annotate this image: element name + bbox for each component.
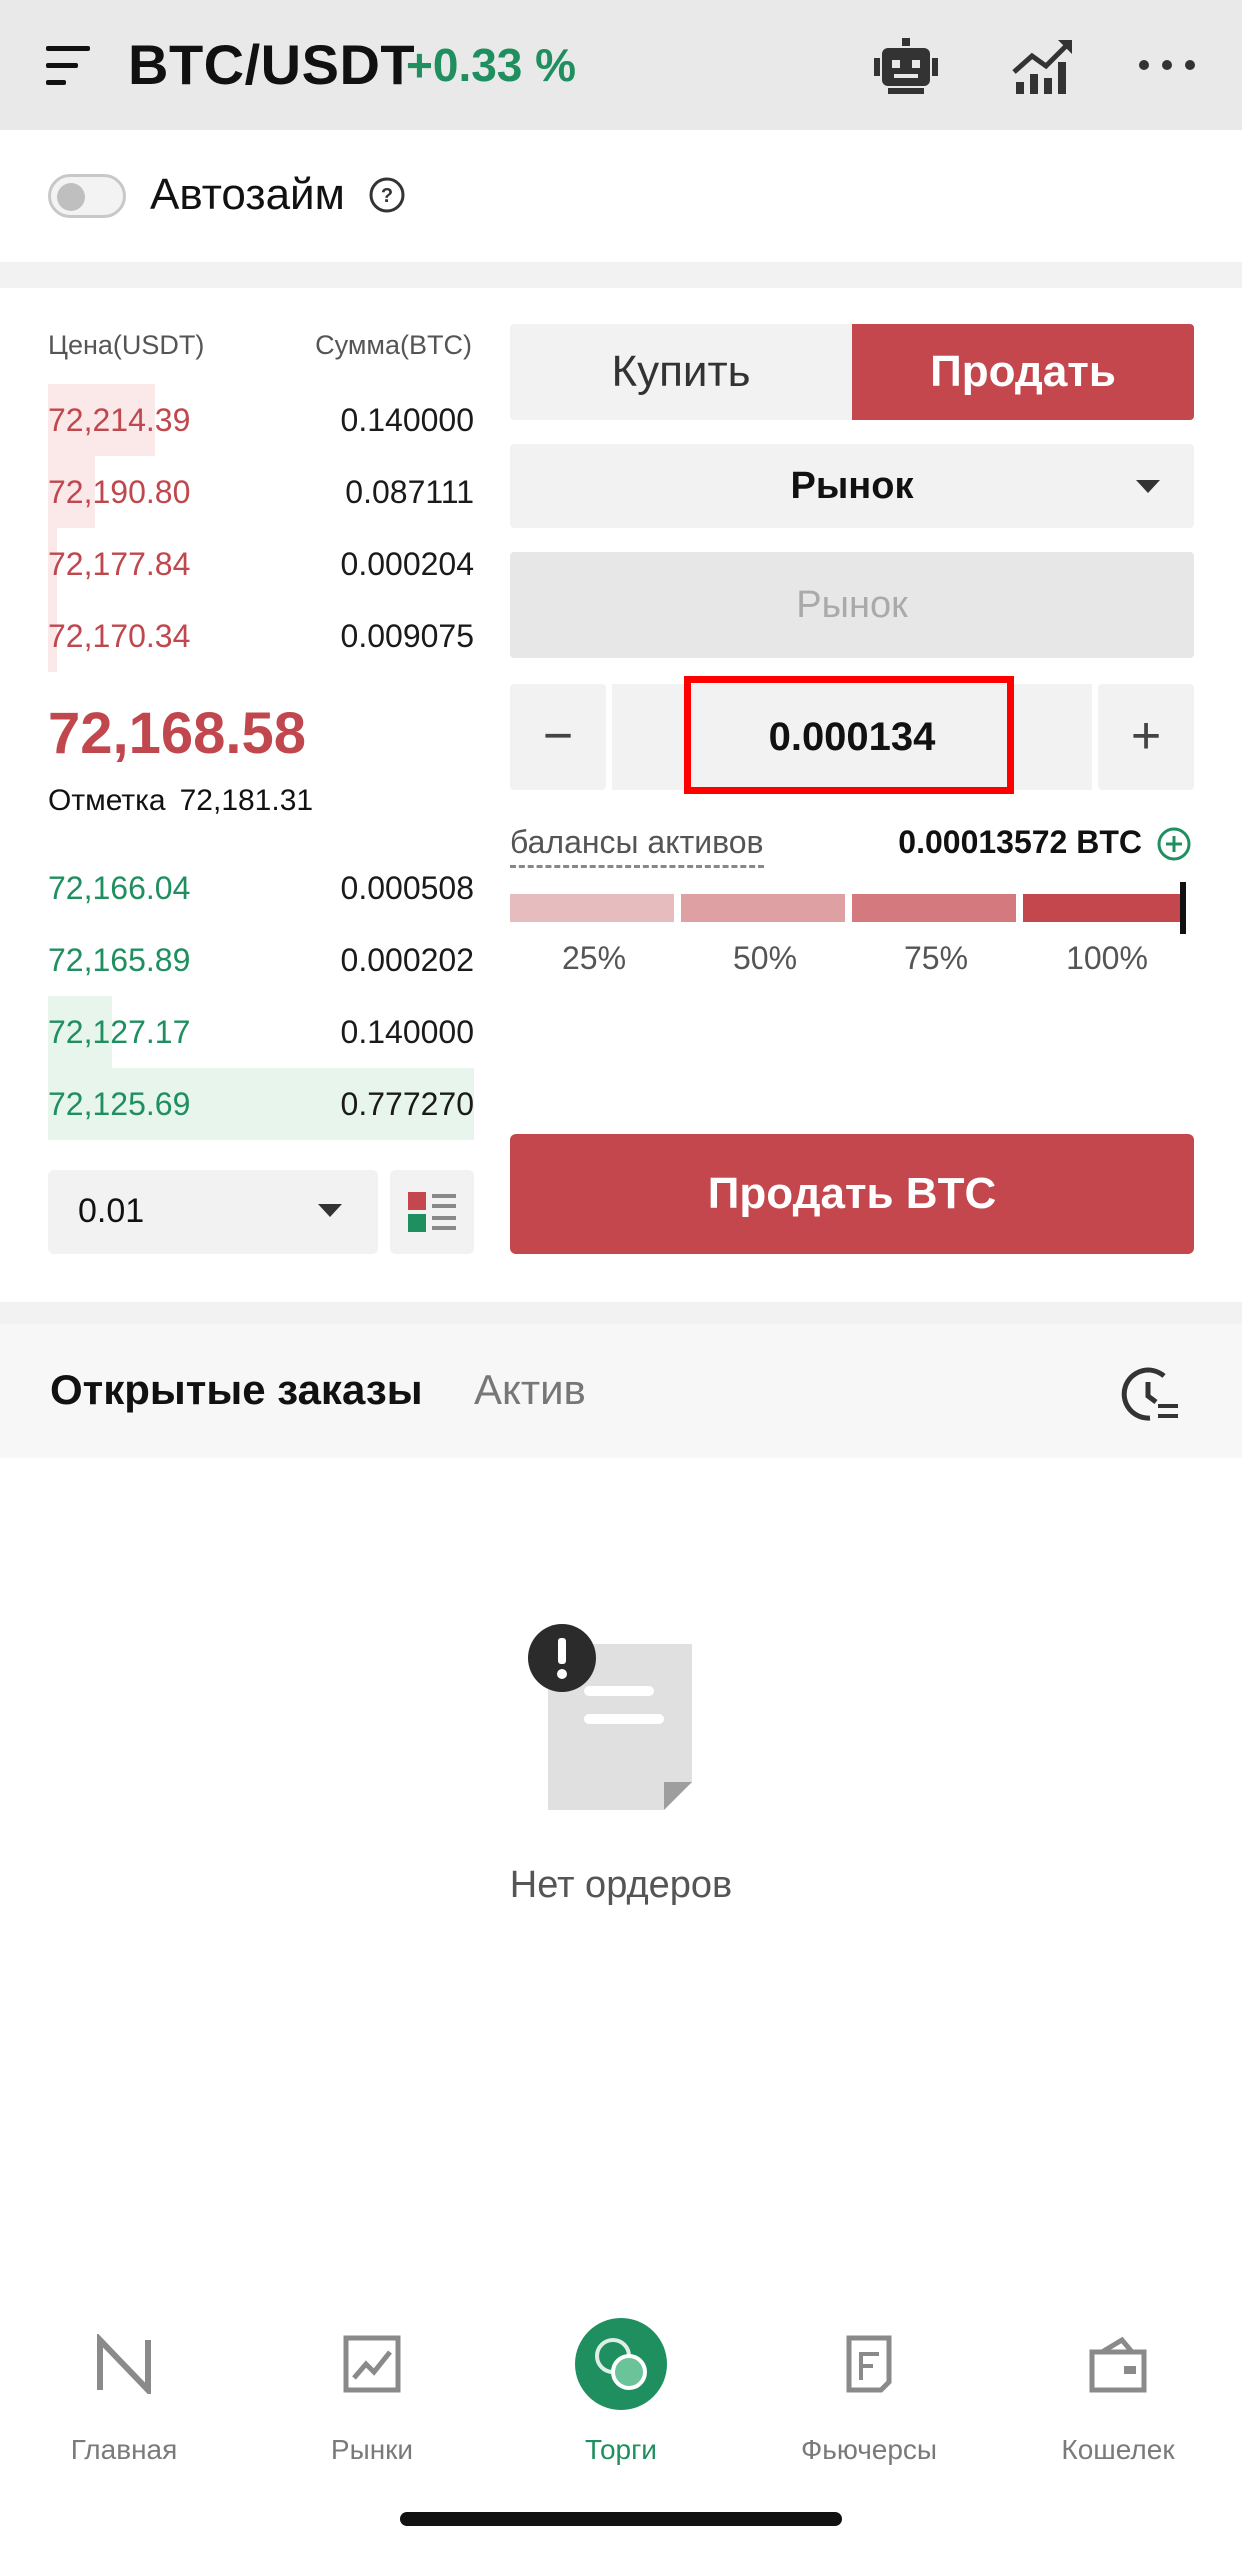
ask-amount: 0.009075 xyxy=(340,618,474,654)
ask-row[interactable]: 72,177.84 0.000204 xyxy=(48,528,474,600)
order-history-icon[interactable] xyxy=(1120,1364,1180,1424)
percent-slider[interactable] xyxy=(510,894,1186,922)
bid-amount: 0.777270 xyxy=(340,1086,474,1122)
buy-sell-tabs: Купить Продать xyxy=(510,324,1194,420)
futures-icon xyxy=(846,2335,892,2393)
ask-amount: 0.000204 xyxy=(340,546,474,582)
precision-value: 0.01 xyxy=(78,1192,145,1230)
bid-price: 72,166.04 xyxy=(48,870,191,906)
price-change: +0.33 % xyxy=(406,39,577,91)
minus-icon: − xyxy=(542,707,574,765)
bid-amount: 0.000202 xyxy=(340,942,474,978)
section-divider xyxy=(0,262,1242,288)
amount-highlight xyxy=(684,676,1014,794)
more-icon[interactable] xyxy=(1138,52,1196,78)
bid-row[interactable]: 72,127.17 0.140000 xyxy=(48,996,474,1068)
nav-label: Фьючерсы xyxy=(800,2434,938,2465)
bid-price: 72,125.69 xyxy=(48,1086,191,1122)
wallet-icon xyxy=(1089,2336,1147,2393)
ask-price: 72,177.84 xyxy=(48,546,191,582)
tab-assets[interactable]: Актив xyxy=(474,1366,586,1414)
order-type-select[interactable]: Рынок xyxy=(510,444,1194,528)
add-circle-icon[interactable] xyxy=(1156,826,1192,862)
sell-btc-button[interactable]: Продать BTC xyxy=(510,1134,1194,1254)
slider-handle[interactable] xyxy=(1180,882,1186,934)
nav-item-wallet[interactable]: Кошелек xyxy=(994,2324,1242,2474)
percent-segment-25[interactable] xyxy=(510,894,674,922)
autoloan-label: Автозайм xyxy=(150,170,345,219)
bid-amount: 0.140000 xyxy=(340,1014,474,1050)
balance-value: 0.00013572 BTC xyxy=(898,824,1142,860)
ask-amount: 0.140000 xyxy=(340,402,474,438)
pair-title[interactable]: BTC/USDT xyxy=(128,32,415,97)
bid-amount: 0.000508 xyxy=(340,870,474,906)
nav-item-futures[interactable]: Фьючерсы xyxy=(745,2324,993,2474)
kline-chart-icon[interactable] xyxy=(1012,38,1074,94)
bid-row[interactable]: 72,166.04 0.000508 xyxy=(48,852,474,924)
ask-price: 72,214.39 xyxy=(48,402,191,438)
robot-icon[interactable] xyxy=(874,38,938,96)
menu-icon[interactable] xyxy=(46,44,94,88)
empty-document-icon xyxy=(528,1624,692,1810)
orderbook-amount-header: Сумма(BTC) xyxy=(315,330,472,360)
autoloan-row: Автозайм ? xyxy=(0,130,1242,262)
nav-label: Рынки xyxy=(330,2434,414,2465)
bid-price: 72,127.17 xyxy=(48,1014,191,1050)
home-indicator xyxy=(400,2512,842,2526)
order-type-value: Рынок xyxy=(790,465,914,507)
home-icon xyxy=(97,2334,151,2394)
autoloan-toggle[interactable] xyxy=(48,174,126,218)
bid-row[interactable]: 72,165.89 0.000202 xyxy=(48,924,474,996)
ask-row[interactable]: 72,190.80 0.087111 xyxy=(48,456,474,528)
percent-label-25: 25% xyxy=(561,940,627,976)
tab-sell[interactable]: Продать xyxy=(852,324,1194,420)
tab-buy[interactable]: Купить xyxy=(510,324,852,420)
mark-price-row: Отметка 72,181.31 xyxy=(48,784,313,818)
mark-price: 72,181.31 xyxy=(179,784,314,817)
price-input[interactable]: Рынок xyxy=(510,552,1194,658)
toggle-knob xyxy=(57,183,85,211)
ask-amount: 0.087111 xyxy=(345,474,474,510)
nav-item-trade[interactable]: Торги xyxy=(497,2318,745,2474)
bid-row[interactable]: 72,125.69 0.777270 xyxy=(48,1068,474,1140)
percent-segment-100[interactable] xyxy=(1023,894,1186,922)
last-price[interactable]: 72,168.58 xyxy=(48,700,306,767)
precision-select[interactable]: 0.01 xyxy=(48,1170,378,1254)
chevron-down-icon xyxy=(1136,480,1160,493)
markets-icon xyxy=(343,2335,401,2393)
chevron-down-icon xyxy=(318,1204,342,1217)
percent-label-75: 75% xyxy=(903,940,969,976)
balance-label[interactable]: балансы активов xyxy=(510,824,764,868)
svg-text:?: ? xyxy=(381,185,393,207)
nav-item-home[interactable]: Главная xyxy=(0,2324,248,2474)
nav-label: Кошелек xyxy=(1061,2434,1175,2465)
ask-row[interactable]: 72,170.34 0.009075 xyxy=(48,600,474,672)
ask-price: 72,190.80 xyxy=(48,474,191,510)
bid-price: 72,165.89 xyxy=(48,942,191,978)
empty-state-text: Нет ордеров xyxy=(509,1864,733,1906)
trade-icon xyxy=(575,2318,667,2410)
ask-row[interactable]: 72,214.39 0.140000 xyxy=(48,384,474,456)
tab-open-orders[interactable]: Открытые заказы xyxy=(50,1366,423,1414)
orderbook-layout-button[interactable] xyxy=(390,1170,474,1254)
percent-label-100: 100% xyxy=(1066,940,1148,976)
orderbook-price-header: Цена(USDT) xyxy=(48,330,205,360)
orderbook-layout-icon xyxy=(408,1192,456,1232)
help-icon[interactable]: ? xyxy=(368,176,406,214)
nav-item-markets[interactable]: Рынки xyxy=(248,2324,496,2474)
nav-label: Торги xyxy=(585,2434,657,2465)
plus-icon: + xyxy=(1130,707,1162,765)
ask-price: 72,170.34 xyxy=(48,618,191,654)
orders-tabs: Открытые заказы Актив xyxy=(0,1324,1242,1458)
nav-label: Главная xyxy=(70,2434,178,2465)
percent-segment-75[interactable] xyxy=(852,894,1016,922)
percent-segment-50[interactable] xyxy=(681,894,845,922)
mark-label: Отметка xyxy=(48,784,166,817)
increase-button[interactable]: + xyxy=(1098,684,1194,790)
percent-label-50: 50% xyxy=(732,940,798,976)
decrease-button[interactable]: − xyxy=(510,684,606,790)
top-bar: BTC/USDT +0.33 % xyxy=(0,0,1242,130)
section-divider xyxy=(0,1302,1242,1324)
